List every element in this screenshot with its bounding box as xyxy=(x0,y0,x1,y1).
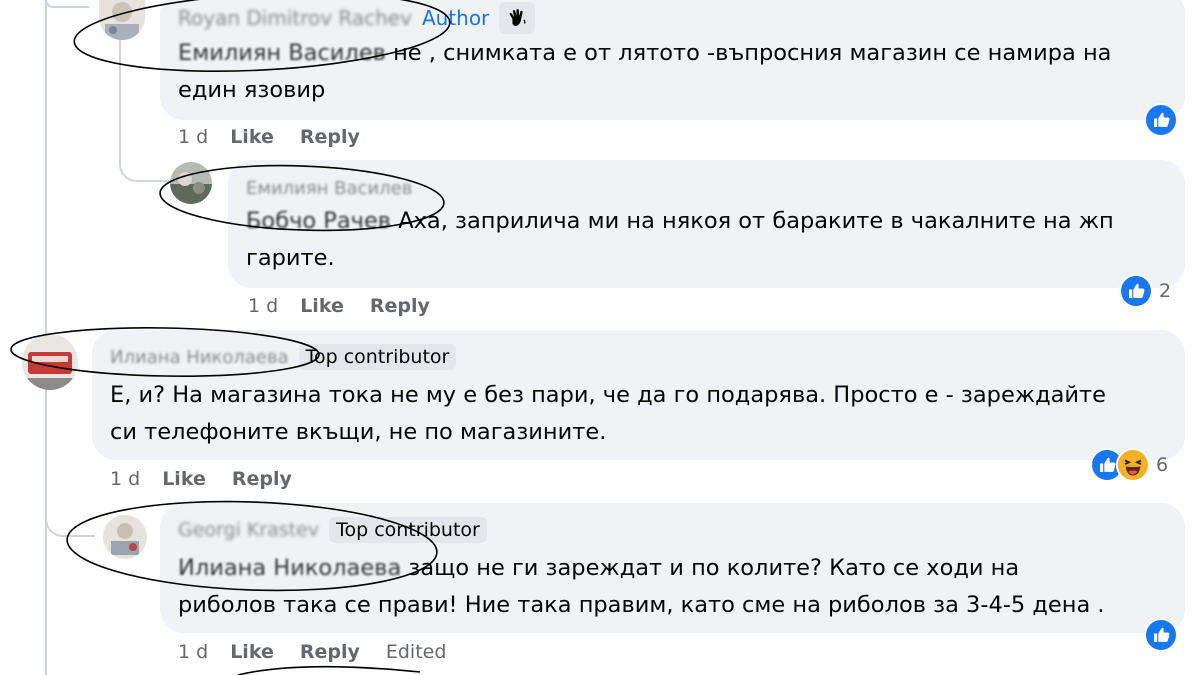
waving-hand-icon[interactable] xyxy=(499,2,536,34)
like-button[interactable]: Like xyxy=(300,295,344,317)
like-reaction-icon xyxy=(1144,618,1178,652)
mention-link[interactable]: Емилиян Василев xyxy=(178,40,386,66)
comment-actions: 1 d Like Reply xyxy=(178,126,360,148)
reply-button[interactable]: Reply xyxy=(300,641,360,663)
comment-actions: 1 d Like Reply xyxy=(110,468,292,490)
comment-text-line: не , снимката е от лятото -въпросния маг… xyxy=(385,40,1112,66)
comment-header: Georgi Krastev Top contributor xyxy=(178,517,487,543)
comment-text: Бобчо Рачев Аха, заприлича ми на някоя о… xyxy=(246,203,1114,277)
comment-text-line: един язовир xyxy=(178,77,326,103)
reply-button[interactable]: Reply xyxy=(300,126,360,148)
like-reaction-icon xyxy=(1144,103,1178,137)
comment-text-line: си телефоните вкъщи, не по магазините. xyxy=(110,419,607,445)
comment-time[interactable]: 1 d xyxy=(178,126,208,148)
comment-time[interactable]: 1 d xyxy=(248,295,278,317)
avatar[interactable] xyxy=(22,334,78,390)
comment-text: Илиана Николаева защо не ги зареждат и п… xyxy=(178,550,1105,624)
comment-text-line: защо не ги зареждат и по колите? Като се… xyxy=(401,555,1020,581)
reaction-count: 6 xyxy=(1156,454,1169,476)
comment-header: Илиана Николаева Top contributor xyxy=(110,344,457,370)
like-reaction-icon xyxy=(1119,274,1153,308)
thread-line xyxy=(45,395,95,537)
reactions[interactable] xyxy=(1144,103,1178,137)
comment-header: Royan Dimitrov Rachev Author xyxy=(178,2,536,34)
reply-button[interactable]: Reply xyxy=(232,468,292,490)
edited-label[interactable]: Edited xyxy=(386,641,447,663)
comment-time[interactable]: 1 d xyxy=(178,641,208,663)
author-name[interactable]: Илиана Николаева xyxy=(110,347,289,368)
haha-reaction-icon xyxy=(1116,448,1150,482)
avatar[interactable] xyxy=(170,162,212,204)
reactions[interactable] xyxy=(1144,618,1178,652)
reaction-icons xyxy=(1090,448,1150,482)
annotation-ellipse xyxy=(237,665,421,675)
comment-text-line: Е, и? На магазина тока не му е без пари,… xyxy=(110,382,1106,408)
author-name[interactable]: Royan Dimitrov Rachev xyxy=(178,6,412,30)
comment-actions: 1 d Like Reply Edited xyxy=(178,641,446,663)
reactions[interactable]: 6 xyxy=(1090,448,1168,482)
comment-actions: 1 d Like Reply xyxy=(248,295,430,317)
mention-link[interactable]: Бобчо Рачев xyxy=(246,208,391,234)
comment-header: Емилиян Василев xyxy=(246,178,412,199)
top-contributor-badge[interactable]: Top contributor xyxy=(298,344,457,370)
comment-text: Емилиян Василев не , снимката е от лятот… xyxy=(178,35,1111,109)
author-badge[interactable]: Author xyxy=(422,6,489,30)
author-name[interactable]: Емилиян Василев xyxy=(246,178,412,199)
comment-time[interactable]: 1 d xyxy=(110,468,140,490)
comment-text-line: риболов така се прави! Ние така правим, … xyxy=(178,592,1105,618)
comment-text-line: гарите. xyxy=(246,245,335,271)
reactions[interactable]: 2 xyxy=(1119,274,1171,308)
reaction-count: 2 xyxy=(1159,280,1172,302)
like-button[interactable]: Like xyxy=(162,468,206,490)
author-name[interactable]: Georgi Krastev xyxy=(178,519,319,541)
like-button[interactable]: Like xyxy=(230,126,274,148)
comment-text-line: Аха, заприлича ми на някоя от бараките в… xyxy=(391,208,1114,234)
comment-text: Е, и? На магазина тока не му е без пари,… xyxy=(110,377,1106,451)
reply-button[interactable]: Reply xyxy=(370,295,430,317)
avatar[interactable] xyxy=(103,515,147,559)
like-button[interactable]: Like xyxy=(230,641,274,663)
comment-thread: Royan Dimitrov Rachev Author Емилиян Вас… xyxy=(0,0,1200,675)
thread-line xyxy=(45,0,89,8)
avatar[interactable] xyxy=(99,0,145,40)
top-contributor-badge[interactable]: Top contributor xyxy=(329,517,487,543)
mention-link[interactable]: Илиана Николаева xyxy=(178,555,401,581)
